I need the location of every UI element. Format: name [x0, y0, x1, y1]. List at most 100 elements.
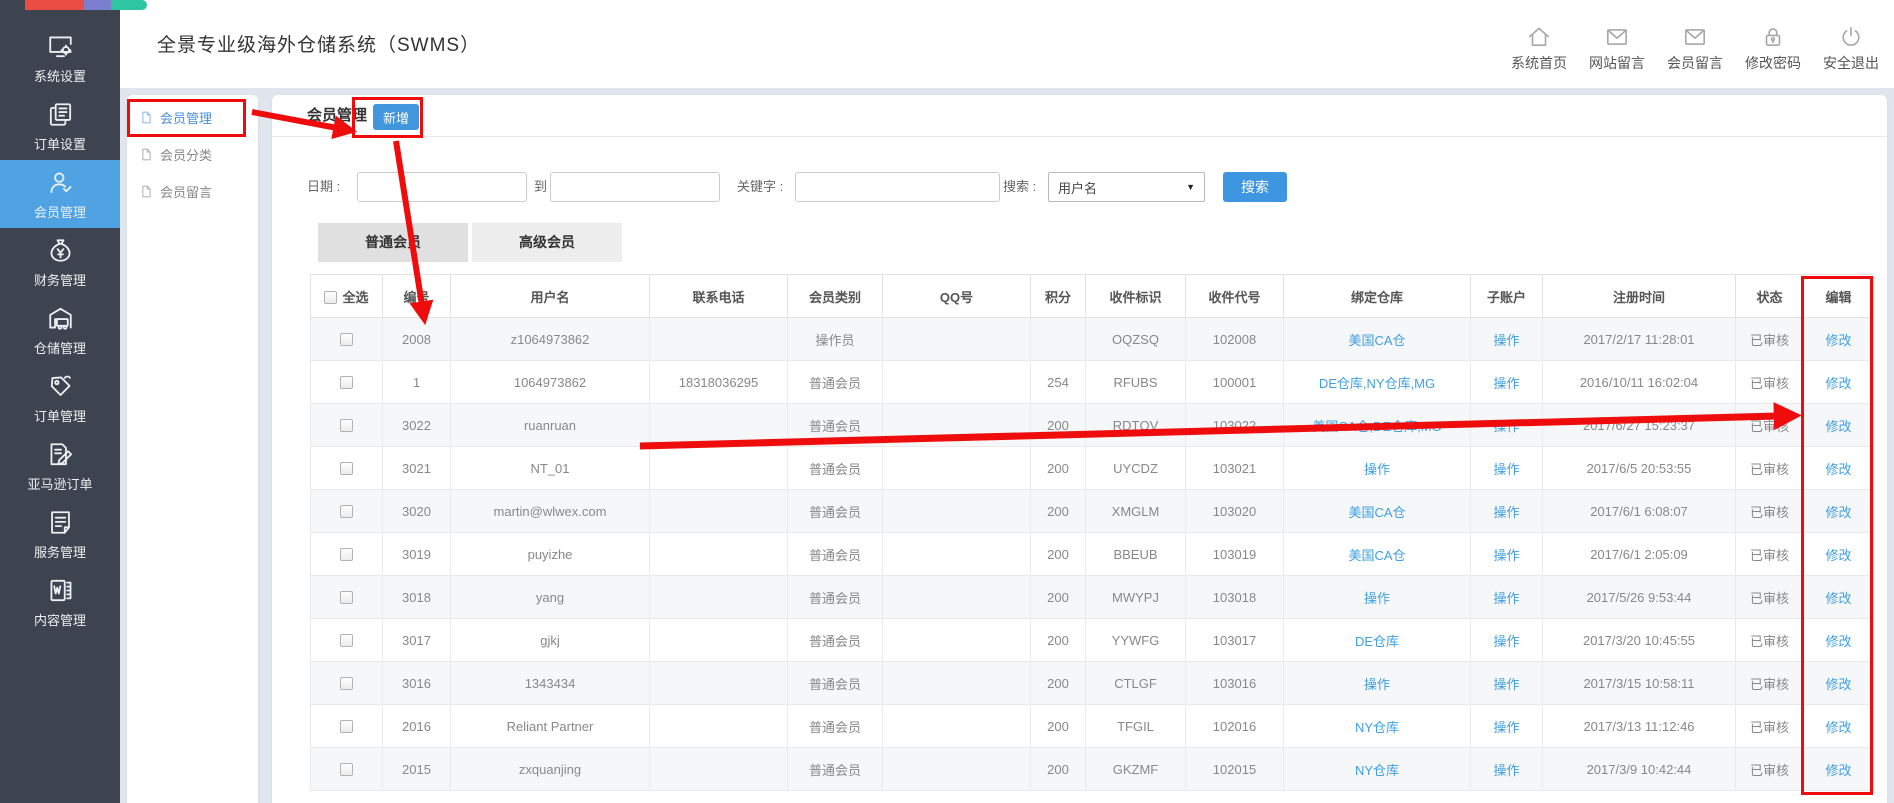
- keyword-input[interactable]: [795, 172, 1000, 202]
- row-checkbox[interactable]: [340, 591, 353, 604]
- subaccount-link[interactable]: 操作: [1493, 720, 1519, 735]
- warehouse-link[interactable]: 美国CA仓,DE仓库,MG: [1312, 419, 1441, 434]
- warehouse-link[interactable]: 操作: [1364, 591, 1390, 606]
- subaccount-link[interactable]: 操作: [1493, 333, 1519, 348]
- sidebar-item-0[interactable]: 系统设置: [0, 24, 120, 92]
- edit-link[interactable]: 修改: [1825, 720, 1851, 735]
- edit-link[interactable]: 修改: [1825, 634, 1851, 649]
- row-checkbox[interactable]: [340, 333, 353, 346]
- sidebar-item-3[interactable]: 财务管理: [0, 228, 120, 296]
- topnav-item-0[interactable]: 系统首页: [1510, 24, 1568, 73]
- subaccount-link[interactable]: 操作: [1493, 419, 1519, 434]
- edit-link[interactable]: 修改: [1825, 591, 1851, 606]
- table-row: 3022 ruanruan 普通会员 200 RDTQV 103022 美国CA…: [311, 404, 1874, 447]
- edit-link[interactable]: 修改: [1825, 677, 1851, 692]
- tag-icon: [46, 372, 75, 401]
- table-row: 3020 martin@wlwex.com 普通会员 200 XMGLM 103…: [311, 490, 1874, 533]
- topnav-label: 会员留言: [1667, 53, 1723, 73]
- column-header-2: 用户名: [451, 275, 650, 318]
- row-checkbox[interactable]: [340, 419, 353, 432]
- edit-link[interactable]: 修改: [1825, 419, 1851, 434]
- cell-phone: [650, 662, 788, 705]
- subaccount-link[interactable]: 操作: [1493, 763, 1519, 778]
- warehouse-link[interactable]: 操作: [1364, 462, 1390, 477]
- date-to-input[interactable]: [550, 172, 720, 202]
- warehouse-link[interactable]: 美国CA仓: [1348, 548, 1405, 563]
- subaccount-link[interactable]: 操作: [1493, 548, 1519, 563]
- warehouse-link[interactable]: DE仓库,NY仓库,MG: [1319, 376, 1435, 391]
- submenu-item-2[interactable]: 会员留言: [127, 173, 258, 210]
- cell-status: 已审核: [1736, 361, 1804, 404]
- sidebar-item-label: 服务管理: [34, 542, 86, 561]
- cell-status: 已审核: [1736, 705, 1804, 748]
- search-type-select[interactable]: 用户名 ▼: [1048, 172, 1205, 202]
- cell-member-type: 普通会员: [788, 404, 883, 447]
- topnav-item-4[interactable]: 安全退出: [1822, 24, 1880, 73]
- subaccount-link[interactable]: 操作: [1493, 505, 1519, 520]
- sidebar-item-1[interactable]: 订单设置: [0, 92, 120, 160]
- cell-register-time: 2016/10/11 16:02:04: [1543, 361, 1736, 404]
- sidebar-item-label: 内容管理: [34, 610, 86, 629]
- row-checkbox[interactable]: [340, 548, 353, 561]
- topnav: 系统首页 网站留言 会员留言 修改密码 安全退出: [1510, 24, 1880, 73]
- search-button[interactable]: 搜索: [1223, 172, 1287, 202]
- table-row: 3018 yang 普通会员 200 MWYPJ 103018 操作 操作 20…: [311, 576, 1874, 619]
- topnav-item-1[interactable]: 网站留言: [1588, 24, 1646, 73]
- tab-1[interactable]: 高级会员: [472, 223, 622, 262]
- subaccount-link[interactable]: 操作: [1493, 677, 1519, 692]
- subaccount-link[interactable]: 操作: [1493, 376, 1519, 391]
- edit-link[interactable]: 修改: [1825, 333, 1851, 348]
- topnav-item-3[interactable]: 修改密码: [1744, 24, 1802, 73]
- row-checkbox[interactable]: [340, 634, 353, 647]
- cell-qq: [883, 361, 1031, 404]
- table-row: 3016 1343434 普通会员 200 CTLGF 103016 操作 操作…: [311, 662, 1874, 705]
- warehouse-link[interactable]: NY仓库: [1355, 720, 1399, 735]
- edit-link[interactable]: 修改: [1825, 763, 1851, 778]
- row-checkbox[interactable]: [340, 505, 353, 518]
- subaccount-link[interactable]: 操作: [1493, 634, 1519, 649]
- cell-username: zxquanjing: [451, 748, 650, 791]
- row-checkbox[interactable]: [340, 677, 353, 690]
- warehouse-link[interactable]: DE仓库: [1355, 634, 1399, 649]
- edit-link[interactable]: 修改: [1825, 376, 1851, 391]
- row-checkbox[interactable]: [340, 462, 353, 475]
- sidebar-item-8[interactable]: 内容管理: [0, 568, 120, 636]
- edit-link[interactable]: 修改: [1825, 462, 1851, 477]
- cell-status: 已审核: [1736, 447, 1804, 490]
- submenu-item-0[interactable]: 会员管理: [127, 99, 258, 136]
- sidebar-item-6[interactable]: 亚马逊订单: [0, 432, 120, 500]
- subaccount-link[interactable]: 操作: [1493, 462, 1519, 477]
- cell-receive-code: 103017: [1186, 619, 1284, 662]
- warehouse-link[interactable]: 美国CA仓: [1348, 333, 1405, 348]
- cell-qq: [883, 576, 1031, 619]
- subaccount-link[interactable]: 操作: [1493, 591, 1519, 606]
- cell-register-time: 2017/6/1 2:05:09: [1543, 533, 1736, 576]
- sidebar-item-label: 订单管理: [34, 406, 86, 425]
- sidebar-item-7[interactable]: 服务管理: [0, 500, 120, 568]
- strip-teal: [111, 0, 147, 10]
- warehouse-link[interactable]: 操作: [1364, 677, 1390, 692]
- cell-phone: [650, 533, 788, 576]
- add-button[interactable]: 新增: [373, 104, 419, 130]
- submenu-item-1[interactable]: 会员分类: [127, 136, 258, 173]
- row-checkbox[interactable]: [340, 763, 353, 776]
- sidebar-item-label: 订单设置: [34, 134, 86, 153]
- tab-0[interactable]: 普通会员: [318, 223, 468, 262]
- sidebar-item-4[interactable]: 仓储管理: [0, 296, 120, 364]
- row-checkbox[interactable]: [340, 376, 353, 389]
- select-all-checkbox[interactable]: [324, 291, 337, 304]
- table-row: 3019 puyizhe 普通会员 200 BBEUB 103019 美国CA仓…: [311, 533, 1874, 576]
- row-checkbox[interactable]: [340, 720, 353, 733]
- warehouse-link[interactable]: 美国CA仓: [1348, 505, 1405, 520]
- column-header-3: 联系电话: [650, 275, 788, 318]
- sidebar-item-2[interactable]: 会员管理: [0, 160, 120, 228]
- cell-id: 3018: [383, 576, 451, 619]
- warehouse-link[interactable]: NY仓库: [1355, 763, 1399, 778]
- member-table: 全选编号用户名联系电话会员类别QQ号积分收件标识收件代号绑定仓库子账户注册时间状…: [310, 274, 1874, 791]
- edit-link[interactable]: 修改: [1825, 505, 1851, 520]
- sidebar-item-5[interactable]: 订单管理: [0, 364, 120, 432]
- topnav-item-2[interactable]: 会员留言: [1666, 24, 1724, 73]
- edit-link[interactable]: 修改: [1825, 548, 1851, 563]
- date-from-input[interactable]: [357, 172, 527, 202]
- cell-phone: [650, 490, 788, 533]
